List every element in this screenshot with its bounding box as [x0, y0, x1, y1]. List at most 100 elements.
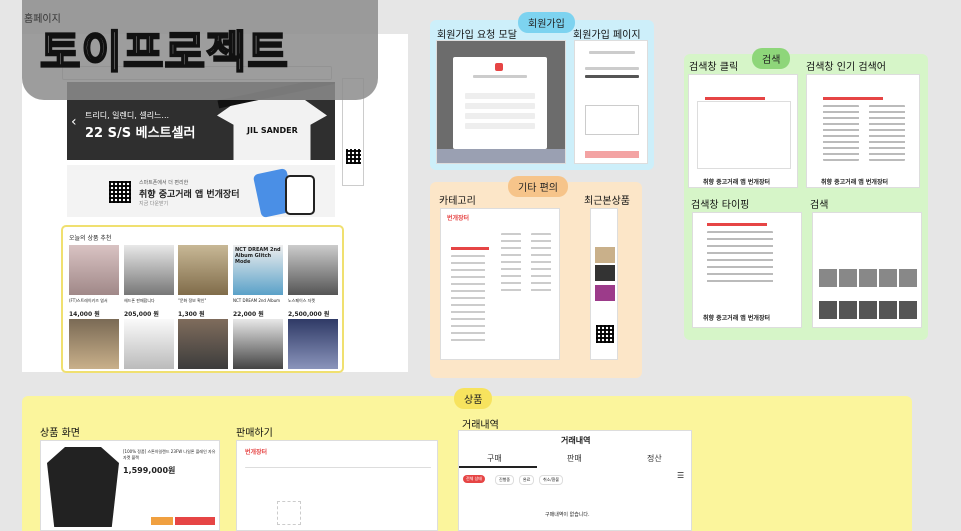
- category-col1: [451, 255, 485, 345]
- signup-tag: 회원가입: [518, 12, 575, 33]
- recent-item-3[interactable]: [595, 285, 615, 301]
- signup-page-label: 회원가입 페이지: [573, 30, 641, 41]
- search-popular-banner: 취향 중고거래 앱 번개장터: [821, 179, 888, 186]
- search-click-bar: [705, 97, 765, 100]
- recommend-box: 오늘의 상품 추천 NCT DREAM 2nd Album Glitch Mod…: [61, 225, 344, 373]
- modal-logo: [495, 63, 503, 71]
- product-name-4: NCT DREAM 2nd Album: [233, 298, 281, 303]
- product-name-3: "문화 정보 확인": [178, 298, 207, 303]
- modal-line-2: [465, 93, 535, 99]
- history-tab-settle[interactable]: 정산: [647, 453, 662, 464]
- recent-label: 최근본상품: [584, 196, 630, 207]
- signup-modal-label: 회원가입 요청 모달: [437, 30, 517, 41]
- app-promo-big: 취향 중고거래 앱 번개장터: [139, 190, 240, 200]
- recent-screenshot: [590, 208, 618, 360]
- search-popular-bar: [823, 97, 883, 100]
- product-thumb-5[interactable]: [288, 245, 338, 295]
- product-name-5: 노스페이스 자켓: [288, 298, 316, 303]
- search-click-label: 검색창 클릭: [689, 62, 739, 73]
- product-thumb-9[interactable]: [233, 319, 283, 369]
- product-price-1: 14,000 원: [69, 311, 100, 318]
- product-price-5: 2,500,000 원: [288, 311, 330, 318]
- product-buy-button[interactable]: [175, 517, 215, 525]
- recent-qr: [596, 325, 614, 343]
- history-sort-icon[interactable]: ☰: [677, 471, 684, 480]
- modal-line-1: [473, 75, 527, 78]
- search-popular-label: 검색창 인기 검색어: [806, 62, 886, 73]
- product-thumb-10[interactable]: [288, 319, 338, 369]
- product-thumb-6[interactable]: [69, 319, 119, 369]
- product-history-label: 거래내역: [462, 420, 499, 431]
- search-click-banner: 취향 중고거래 앱 번개장터: [703, 179, 770, 186]
- product-name-1: (FT)스트레이키즈 엽서: [69, 298, 108, 303]
- recommend-title: 오늘의 상품 추천: [69, 235, 112, 242]
- product-screen-screenshot: [100% 정품] 스톤아일랜드 23FW 나일론 플레인 자유 자켓 블랙 1…: [40, 440, 220, 531]
- product-title-text: [100% 정품] 스톤아일랜드 23FW 나일론 플레인 자유 자켓 블랙: [123, 449, 216, 460]
- typing-suggestions: [707, 231, 773, 287]
- modal-line-5: [465, 123, 535, 129]
- history-screenshot: 거래내역 구매 판매 정산 전체 상태 진행중 완료 취소/환불 ☰ 구매내역이…: [458, 430, 692, 531]
- category-col3: [531, 233, 551, 293]
- category-label: 카테고리: [439, 196, 476, 207]
- search-result-screenshot: [812, 212, 922, 328]
- product-price-4: 22,000 원: [233, 311, 264, 318]
- modal-line-4: [465, 113, 535, 119]
- product-tag: 상품: [454, 388, 493, 409]
- search-click-dropdown: [697, 101, 791, 169]
- modal-bottom-strip: [437, 149, 565, 163]
- result-grid-row2: [819, 301, 917, 319]
- signup-page-line-1: [589, 51, 635, 54]
- app-promo-sub: 지금 다운받기: [139, 201, 169, 207]
- product-name-2: 헤드폰 판매합니다: [124, 298, 155, 303]
- popular-list-col1: [823, 105, 859, 161]
- signup-page-line-2: [585, 67, 639, 70]
- sell-divider: [245, 467, 431, 468]
- product-thumb-1[interactable]: [69, 245, 119, 295]
- sell-brand: 번개장터: [245, 449, 268, 456]
- signup-modal-screenshot: [436, 40, 566, 164]
- banner-prev-arrow[interactable]: ‹: [71, 114, 77, 130]
- recent-item-2[interactable]: [595, 265, 615, 281]
- history-empty-text: 구매내역이 없습니다.: [545, 512, 590, 518]
- signup-page-line-3: [585, 75, 639, 78]
- product-thumb-2[interactable]: [124, 245, 174, 295]
- app-promo-small: 스마트폰에서 더 편리한: [139, 180, 189, 186]
- search-typing-label: 검색창 타이핑: [691, 200, 750, 211]
- search-typing-screenshot: 취향 중고거래 앱 번개장터: [692, 212, 802, 328]
- history-tab-sell[interactable]: 판매: [567, 453, 582, 464]
- product-thumb-3[interactable]: [178, 245, 228, 295]
- album-text: NCT DREAM 2nd Album Glitch Mode: [235, 247, 281, 265]
- signup-submit-button[interactable]: [585, 151, 639, 158]
- modal-line-3: [465, 103, 535, 109]
- hero-banner-line2: 22 S/S 베스트셀러: [85, 126, 196, 141]
- app-promo-qr: [109, 181, 131, 203]
- jacket-image: [47, 447, 119, 527]
- search-tag: 검색: [752, 48, 791, 69]
- product-thumb-8[interactable]: [178, 319, 228, 369]
- modal-box: [453, 57, 547, 149]
- search-click-screenshot: 취향 중고거래 앱 번개장터: [688, 74, 798, 188]
- result-grid-row1: [819, 269, 917, 287]
- history-tab-buy[interactable]: 구매: [487, 453, 502, 464]
- product-price-text: 1,599,000원: [123, 466, 176, 475]
- product-thumb-7[interactable]: [124, 319, 174, 369]
- product-sell-label: 판매하기: [236, 428, 273, 439]
- product-chat-button[interactable]: [151, 517, 173, 525]
- search-typing-banner: 취향 중고거래 앱 번개장터: [703, 315, 770, 322]
- category-selected-bar: [451, 247, 489, 250]
- product-price-2: 205,000 원: [124, 311, 159, 318]
- search-popular-screenshot: 취향 중고거래 앱 번개장터: [806, 74, 920, 188]
- sidebar-qr-code: [346, 149, 361, 164]
- shirt-brand-text: JIL SANDER: [247, 126, 298, 135]
- page-title: 토이프로젝트: [39, 26, 289, 79]
- signup-terms-box: [585, 105, 639, 135]
- history-filter-all[interactable]: 전체 상태: [463, 475, 485, 483]
- sell-image-upload[interactable]: [277, 501, 301, 525]
- recent-item-1[interactable]: [595, 247, 615, 263]
- history-filter-done[interactable]: 완료: [519, 475, 535, 485]
- app-promo-banner[interactable]: 스마트폰에서 더 편리한 취향 중고거래 앱 번개장터 지금 다운받기: [67, 165, 335, 219]
- sell-screenshot: 번개장터: [236, 440, 438, 531]
- popular-list-col2: [869, 105, 905, 161]
- history-filter-cancel[interactable]: 취소/환불: [539, 475, 564, 485]
- history-filter-progress[interactable]: 진행중: [495, 475, 515, 485]
